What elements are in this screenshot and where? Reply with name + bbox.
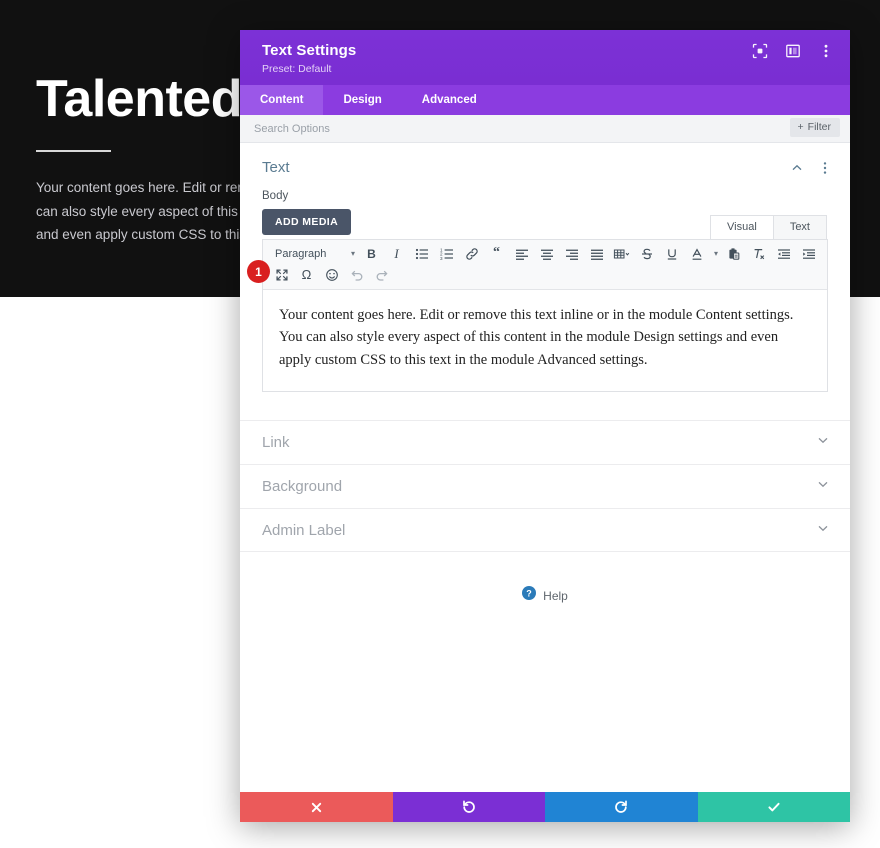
paste-as-text-icon[interactable] — [721, 244, 746, 264]
clear-formatting-icon[interactable] — [746, 244, 771, 264]
redo-button[interactable] — [545, 792, 698, 822]
indent-icon[interactable] — [796, 244, 821, 264]
save-button[interactable] — [697, 792, 850, 822]
undo-icon[interactable] — [344, 265, 369, 285]
bulleted-list-icon[interactable] — [409, 244, 434, 264]
blockquote-icon[interactable]: “ — [484, 244, 509, 264]
chevron-down-icon — [816, 477, 830, 496]
editor-mode-tabs: Visual Text — [710, 215, 827, 239]
step-marker-badge: 1 — [247, 260, 270, 283]
cancel-button[interactable] — [240, 792, 393, 822]
text-color-dropdown-icon[interactable]: ▾ — [709, 244, 721, 264]
format-select[interactable]: Paragraph ▾ — [269, 248, 359, 260]
hero-divider — [36, 150, 111, 153]
chevron-down-icon: ▾ — [350, 249, 355, 258]
help-link[interactable]: ? Help — [240, 586, 850, 605]
svg-text:3: 3 — [440, 255, 443, 260]
chevron-down-icon — [816, 433, 830, 452]
accordion-item-background[interactable]: Background — [240, 464, 850, 508]
align-left-icon[interactable] — [509, 244, 534, 264]
tab-content[interactable]: Content — [240, 85, 324, 115]
tab-text[interactable]: Text — [773, 215, 827, 239]
italic-icon[interactable]: I — [384, 244, 409, 264]
accordion-item-admin-label[interactable]: Admin Label — [240, 508, 850, 553]
format-select-value: Paragraph — [275, 247, 327, 260]
table-icon[interactable] — [609, 244, 634, 264]
align-justify-icon[interactable] — [584, 244, 609, 264]
section-title: Text — [262, 159, 290, 176]
wysiwyg-editor: 1 Visual Text Paragraph ▾ B I 1 2 3 “ ▾ … — [247, 215, 828, 393]
modal-tabbar: Content Design Advanced — [240, 85, 850, 115]
bold-icon[interactable]: B — [359, 244, 384, 264]
question-circle-icon: ? — [522, 586, 537, 605]
svg-text:?: ? — [526, 589, 532, 599]
tab-visual[interactable]: Visual — [710, 215, 774, 239]
reset-button[interactable] — [392, 792, 545, 822]
add-media-button[interactable]: ADD MEDIA — [262, 209, 352, 235]
modal-body: Text Body ADD MEDIA 1 Visual Text Paragr… — [240, 143, 850, 792]
modal-title: Text Settings — [262, 42, 357, 59]
help-label: Help — [543, 588, 568, 603]
close-icon — [311, 802, 321, 812]
tab-design[interactable]: Design — [323, 85, 401, 115]
tab-advanced[interactable]: Advanced — [402, 85, 497, 115]
outdent-icon[interactable] — [771, 244, 796, 264]
align-right-icon[interactable] — [559, 244, 584, 264]
check-icon — [768, 802, 780, 812]
search-input[interactable] — [254, 122, 634, 135]
body-field-label: Body — [262, 190, 289, 202]
chevron-up-icon[interactable] — [790, 161, 804, 175]
redo-icon — [615, 800, 628, 813]
text-settings-modal: Text Settings Preset: Default Content De… — [240, 30, 850, 822]
plus-icon: + — [797, 121, 804, 133]
numbered-list-icon[interactable]: 123 — [434, 244, 459, 264]
undo-icon — [462, 800, 475, 813]
editor-content-area[interactable]: Your content goes here. Edit or remove t… — [263, 290, 827, 392]
filter-label: Filter — [807, 121, 831, 133]
layout-columns-icon[interactable] — [785, 43, 801, 59]
align-center-icon[interactable] — [534, 244, 559, 264]
settings-accordion: Link Background Admin Label — [240, 420, 850, 553]
editor-toolbar: Paragraph ▾ B I 123 “ ▾ Ω — [263, 240, 827, 290]
accordion-label: Background — [262, 478, 343, 496]
strikethrough-icon[interactable] — [634, 244, 659, 264]
filter-button[interactable]: + Filter — [789, 118, 840, 137]
underline-icon[interactable] — [659, 244, 684, 264]
focus-icon[interactable] — [752, 43, 768, 59]
accordion-label: Link — [262, 434, 290, 452]
toolbar-row-2: Ω — [269, 264, 821, 285]
accordion-item-link[interactable]: Link — [240, 420, 850, 464]
modal-header: Text Settings Preset: Default — [240, 30, 850, 85]
link-icon[interactable] — [459, 244, 484, 264]
accordion-label: Admin Label — [262, 521, 346, 539]
search-options-bar: + Filter — [240, 115, 850, 143]
special-character-icon[interactable]: Ω — [294, 265, 319, 285]
redo-icon[interactable] — [369, 265, 394, 285]
chevron-down-icon — [816, 521, 830, 540]
text-section-header: Text — [240, 143, 850, 190]
emoji-icon[interactable] — [319, 265, 344, 285]
section-more-icon[interactable] — [818, 161, 832, 175]
fullscreen-icon[interactable] — [269, 265, 294, 285]
more-vertical-icon[interactable] — [818, 43, 834, 59]
modal-footer — [240, 792, 850, 822]
toolbar-row-1: Paragraph ▾ B I 123 “ ▾ — [269, 243, 821, 264]
modal-preset-label[interactable]: Preset: Default — [262, 63, 830, 75]
text-color-icon[interactable] — [684, 244, 709, 264]
